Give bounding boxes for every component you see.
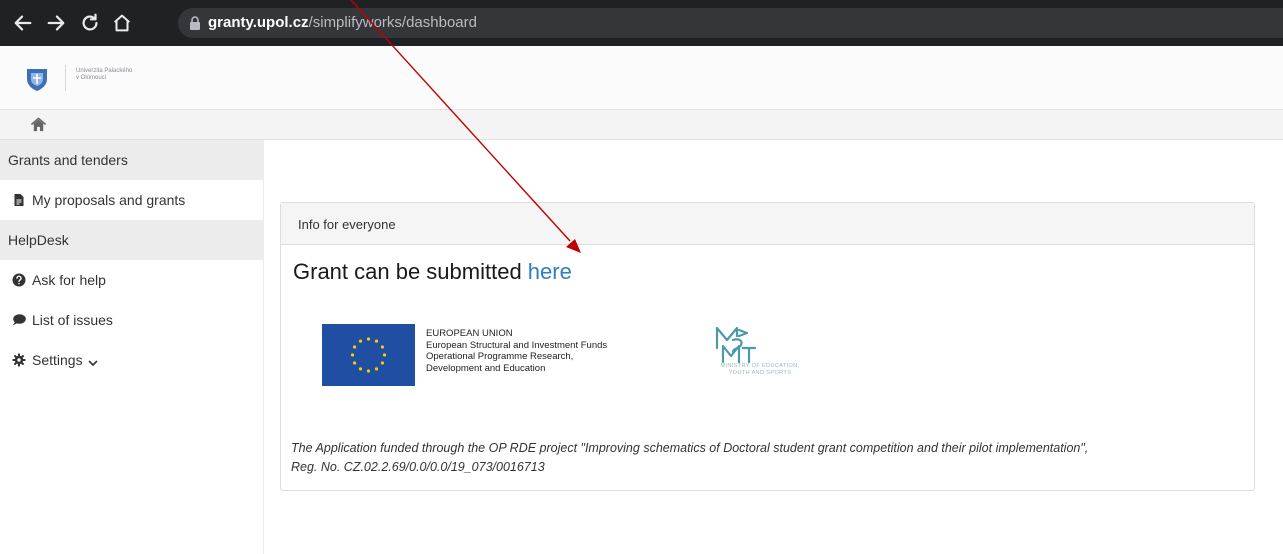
forward-arrow-icon[interactable] <box>44 11 68 35</box>
app-header: Univerzita Palackého v Olomouci <box>0 46 1283 110</box>
address-bar[interactable]: granty.upol.cz/simplifyworks/dashboard <box>178 8 1283 38</box>
eu-text-line2: European Structural and Investment Funds <box>426 339 608 351</box>
grant-submit-link[interactable]: here <box>528 259 572 284</box>
url-host: granty.upol.cz <box>208 14 309 31</box>
sidebar: Grants and tenders My proposals and gran… <box>0 140 264 554</box>
sidebar-section-grants[interactable]: Grants and tenders <box>0 140 264 180</box>
sidebar-item-label: My proposals and grants <box>32 192 186 208</box>
gear-icon <box>12 353 26 367</box>
lock-icon <box>190 16 200 30</box>
eu-text-line3: Operational Programme Research, <box>426 351 574 362</box>
question-circle-icon <box>12 273 26 287</box>
eu-text-line4: Development and Education <box>426 362 546 374</box>
university-name-line1: Univerzita Palackého <box>76 68 133 74</box>
eu-funding-text: EUROPEAN UNION European Structural and I… <box>426 328 607 374</box>
sidebar-item-label: Ask for help <box>32 272 106 288</box>
eu-flag-icon <box>322 324 415 386</box>
info-panel: Info for everyone Grant can be submitted… <box>280 202 1255 491</box>
university-name: Univerzita Palackého v Olomouci <box>76 68 166 82</box>
ministry-name: MINISTRY OF EDUCATION, YOUTH AND SPORTS <box>695 363 825 377</box>
footnote-line2: Reg. No. CZ.02.2.69/0.0/0.0/19_073/00167… <box>291 460 545 474</box>
sidebar-item-settings[interactable]: Settings <box>0 340 264 380</box>
footnote-line1: The Application funded through the OP RD… <box>291 441 1089 455</box>
sidebar-item-my-proposals[interactable]: My proposals and grants <box>0 180 264 220</box>
sidebar-item-label: Settings <box>32 352 83 368</box>
sidebar-item-label: List of issues <box>32 312 113 328</box>
sidebar-item-list-of-issues[interactable]: List of issues <box>0 300 264 340</box>
speech-bubble-icon <box>12 313 26 327</box>
sidebar-item-ask-help[interactable]: Ask for help <box>0 260 264 300</box>
browser-home-icon[interactable] <box>110 11 134 35</box>
sidebar-section-helpdesk[interactable]: HelpDesk <box>0 220 264 260</box>
reload-icon[interactable] <box>78 11 102 35</box>
university-logo-icon[interactable] <box>24 66 50 92</box>
grant-heading-text: Grant can be submitted <box>293 259 528 284</box>
university-name-line2: v Olomouci <box>76 75 107 81</box>
ministry-name-line2: YOUTH AND SPORTS <box>728 370 792 376</box>
panel-header: Info for everyone <box>281 203 1254 245</box>
ministry-name-line1: MINISTRY OF EDUCATION, <box>720 363 800 369</box>
logo-divider <box>65 65 66 91</box>
home-icon[interactable] <box>30 116 47 133</box>
url-path: /simplifyworks/dashboard <box>308 14 477 31</box>
document-icon <box>12 193 26 207</box>
breadcrumb-bar <box>0 110 1283 140</box>
eu-text-line1: EUROPEAN UNION <box>426 328 513 339</box>
grant-heading: Grant can be submitted here <box>293 259 572 285</box>
chevron-down-icon <box>88 355 98 367</box>
funding-footnote: The Application funded through the OP RD… <box>291 439 1251 477</box>
browser-toolbar: granty.upol.cz/simplifyworks/dashboard <box>0 0 1283 46</box>
back-arrow-icon[interactable] <box>11 11 35 35</box>
url-text: granty.upol.cz/simplifyworks/dashboard <box>208 14 477 32</box>
ministry-logo: MINISTRY OF EDUCATION, YOUTH AND SPORTS <box>695 320 825 386</box>
